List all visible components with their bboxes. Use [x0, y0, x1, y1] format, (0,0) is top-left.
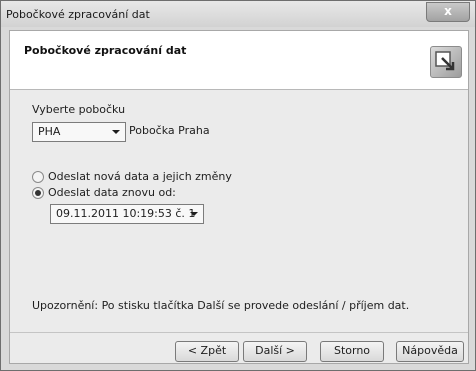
option-resend-from-label: Odeslat data znovu od:	[48, 186, 176, 199]
cancel-button[interactable]: Storno	[320, 341, 384, 362]
notice-text: Upozornění: Po stisku tlačítka Další se …	[32, 299, 410, 312]
wizard-client-area: Pobočkové zpracování dat Vyberte pobočku…	[9, 30, 469, 364]
title-bar[interactable]: Pobočkové zpracování dat x	[1, 1, 475, 27]
resend-point-value: 09.11.2011 10:19:53 č. 1	[56, 207, 196, 220]
wizard-header: Pobočkové zpracování dat	[10, 31, 468, 90]
chevron-down-icon	[190, 212, 198, 216]
back-button[interactable]: < Zpět	[175, 341, 239, 362]
wizard-window: Pobočkové zpracování dat x Pobočkové zpr…	[0, 0, 476, 371]
close-button[interactable]: x	[426, 2, 470, 22]
branch-select-value: PHA	[38, 125, 61, 138]
button-bar: < Zpět Další > Storno Nápověda	[10, 332, 468, 364]
window-title: Pobočkové zpracování dat	[6, 8, 150, 21]
chevron-down-icon	[112, 130, 120, 134]
branch-name: Pobočka Praha	[129, 124, 210, 137]
next-button[interactable]: Další >	[243, 341, 307, 362]
branch-select[interactable]: PHA	[32, 122, 126, 142]
option-send-new-label: Odeslat nová data a jejich změny	[48, 170, 232, 183]
help-button[interactable]: Nápověda	[396, 341, 464, 362]
radio-send-new[interactable]	[32, 171, 44, 183]
radio-resend-from[interactable]	[32, 187, 44, 199]
wizard-transfer-icon	[430, 46, 462, 78]
page-title: Pobočkové zpracování dat	[24, 44, 187, 57]
resend-point-select[interactable]: 09.11.2011 10:19:53 č. 1	[50, 204, 204, 224]
close-icon: x	[444, 4, 452, 18]
branch-label: Vyberte pobočku	[32, 103, 126, 116]
